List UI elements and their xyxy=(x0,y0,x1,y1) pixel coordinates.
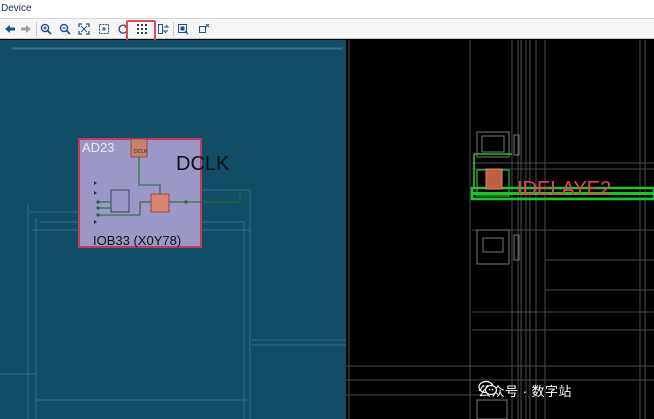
wechat-icon xyxy=(478,380,498,396)
window-titlebar: Device xyxy=(0,0,654,19)
zoom-in-icon[interactable] xyxy=(38,21,54,37)
device-view: DCLK xyxy=(0,40,654,419)
forward-icon[interactable] xyxy=(18,21,34,37)
zoom-out-icon[interactable] xyxy=(57,21,73,37)
zoom-fit-icon[interactable] xyxy=(76,21,92,37)
net-label: DCLK xyxy=(176,153,230,175)
select-icon[interactable] xyxy=(175,21,191,37)
pad-label: AD23 xyxy=(82,140,115,155)
back-icon[interactable] xyxy=(2,21,18,37)
inbuf-site xyxy=(150,193,170,213)
device-toolbar xyxy=(0,19,654,39)
toolbar-separator xyxy=(173,22,174,36)
toolbar-separator xyxy=(36,22,37,36)
site-label: IOB33 (X0Y78) xyxy=(93,233,182,248)
idelay-site xyxy=(485,168,503,190)
window-title: Device xyxy=(1,3,32,14)
svg-text:DCLK: DCLK xyxy=(134,149,148,155)
device-canvas[interactable]: DCLK AD23 DCLK IOB33 (X0Y78) IDELAYE2 公众… xyxy=(0,40,654,419)
watermark: 公众号 · 数字站 xyxy=(478,380,572,400)
flip-icon[interactable] xyxy=(155,21,171,37)
zoom-area-icon[interactable] xyxy=(96,21,112,37)
unselect-icon[interactable] xyxy=(196,21,212,37)
idelay-label: IDELAYE2 xyxy=(517,178,612,200)
